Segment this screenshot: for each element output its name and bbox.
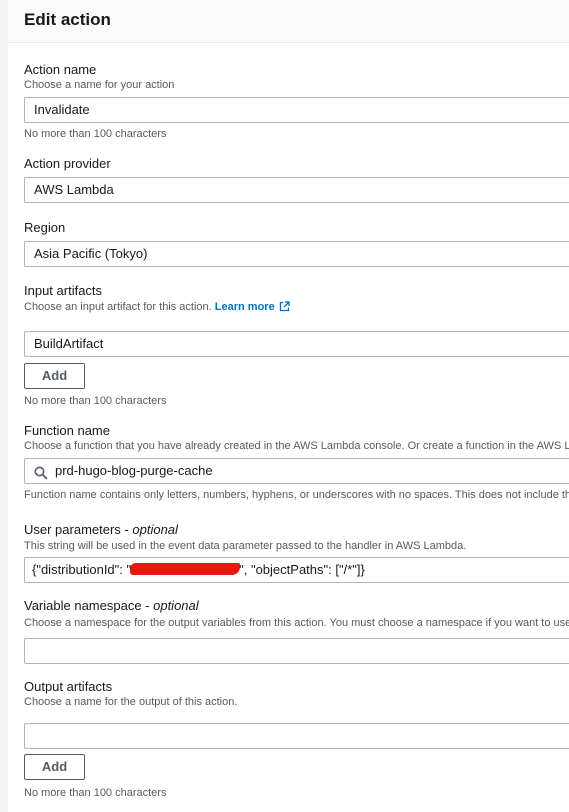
page-title: Edit action [24, 10, 111, 29]
action-name-constraint: No more than 100 characters [24, 128, 167, 140]
action-provider-label: Action provider [24, 156, 111, 171]
action-provider-select[interactable]: AWS Lambda [24, 177, 569, 203]
variable-namespace-label: Variable namespace - optional [24, 598, 199, 613]
edit-action-panel: Edit action Action name Choose a name fo… [8, 0, 569, 812]
output-artifacts-constraint: No more than 100 characters [24, 787, 167, 799]
output-artifacts-label: Output artifacts [24, 679, 113, 694]
optional-tag: optional [153, 598, 199, 613]
function-name-search-input[interactable]: prd-hugo-blog-purge-cache [24, 458, 569, 484]
add-output-artifact-button[interactable]: Add [24, 754, 85, 780]
function-name-description: Choose a function that you have already … [24, 440, 569, 452]
user-parameters-label: User parameters - optional [24, 522, 178, 537]
user-parameters-description: This string will be used in the event da… [24, 540, 467, 552]
function-name-label: Function name [24, 423, 110, 438]
redaction-mark [130, 563, 241, 575]
input-artifacts-label: Input artifacts [24, 283, 103, 298]
region-label: Region [24, 220, 66, 235]
panel-header: Edit action [8, 0, 569, 43]
function-name-constraint: Function name contains only letters, num… [24, 489, 569, 501]
learn-more-label: Learn more [214, 301, 275, 313]
output-artifacts-description: Choose a name for the output of this act… [24, 696, 238, 708]
input-artifact-select[interactable]: BuildArtifact [24, 331, 569, 357]
input-artifacts-description: Choose an input artifact for this action… [24, 301, 290, 315]
action-name-label: Action name [24, 62, 97, 77]
action-name-description: Choose a name for your action [24, 79, 175, 91]
variable-namespace-label-text: Variable namespace - [24, 598, 154, 613]
variable-namespace-input[interactable] [24, 638, 569, 664]
user-parameters-value-suffix: ", "objectPaths": ["/*"]} [239, 562, 365, 577]
user-parameters-value-prefix: {"distributionId": " [32, 562, 132, 577]
region-select[interactable]: Asia Pacific (Tokyo) [24, 241, 569, 267]
external-link-icon [279, 301, 290, 315]
user-parameters-input[interactable]: {"distributionId": " ", "objectPaths": ["… [24, 557, 569, 583]
action-name-input[interactable]: Invalidate [24, 97, 569, 123]
user-parameters-label-text: User parameters - [24, 522, 133, 537]
learn-more-link[interactable]: Learn more [215, 301, 290, 313]
add-input-artifact-button[interactable]: Add [24, 363, 85, 389]
variable-namespace-description: Choose a namespace for the output variab… [24, 617, 569, 629]
function-name-value: prd-hugo-blog-purge-cache [55, 463, 213, 478]
input-artifacts-constraint: No more than 100 characters [24, 395, 167, 407]
search-icon [34, 464, 48, 483]
optional-tag: optional [132, 522, 178, 537]
input-artifacts-description-text: Choose an input artifact for this action… [24, 301, 212, 313]
output-artifact-input[interactable] [24, 723, 569, 749]
